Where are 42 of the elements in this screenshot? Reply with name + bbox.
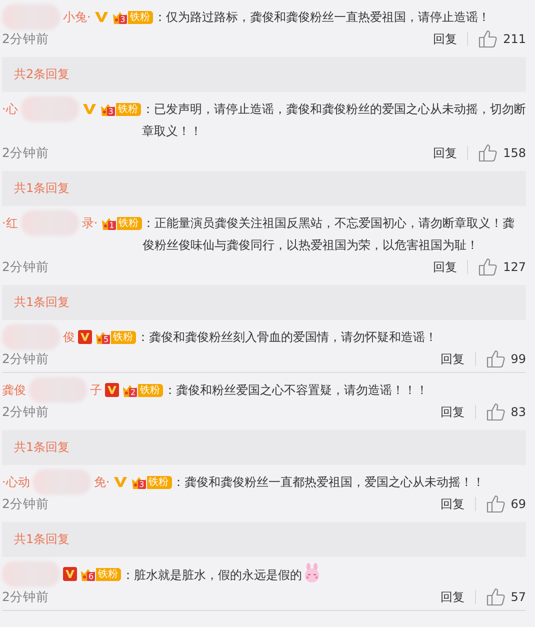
reply-button[interactable]: 回复 [433, 258, 468, 276]
reply-button[interactable]: 回复 [440, 588, 475, 606]
thumbs-up-icon [486, 403, 506, 421]
comment-text: ：龚俊和龚俊粉丝一直都热爱祖国，爱国之心从未动摇！！ [172, 474, 486, 491]
like-button[interactable]: 211 [478, 30, 526, 48]
timestamp: 2分钟前 [2, 350, 50, 368]
verified-v-icon [94, 10, 109, 24]
reply-button[interactable]: 回复 [433, 30, 468, 48]
like-button[interactable]: 99 [486, 350, 526, 368]
comment-text: ：脏水就是脏水，假的永远是假的 [122, 563, 526, 586]
like-button[interactable]: 127 [478, 258, 526, 276]
comment-text: ：正能量演员龚俊关注祖国反黑站，不忘爱国初心，请勿断章取义！龚俊粉丝俊味仙与龚俊同行，以热爱祖国为荣，以危害祖国为耻！ [142, 215, 516, 254]
comment-text: ：龚俊和粉丝爱国之心不容置疑，请勿造谣！！！ [164, 382, 429, 399]
like-button[interactable]: 57 [486, 588, 526, 606]
like-button[interactable]: 158 [478, 144, 526, 162]
verified-v-icon [112, 475, 128, 489]
comment-text: ：龚俊和龚俊粉丝刻入骨血的爱国情，请勿怀疑和造谣！ [137, 329, 438, 346]
verified-v-icon [105, 383, 119, 397]
thumbs-up-icon [478, 258, 498, 276]
timestamp: 2分钟前 [2, 404, 50, 420]
thumbs-up-icon [478, 144, 498, 162]
rabbit-emoji-icon [302, 563, 322, 583]
timestamp: 2分钟前 [2, 588, 50, 606]
thumbs-up-icon [486, 588, 506, 606]
thumbs-up-icon [478, 30, 498, 48]
comment-text: ：仅为路过路标，龚俊和龚俊粉丝一直热爱祖国，请停止造谣！ [154, 9, 491, 26]
verified-v-icon [78, 330, 92, 344]
reply-button[interactable]: 回复 [440, 496, 475, 512]
verified-v-icon [82, 102, 97, 116]
reply-button[interactable]: 回复 [433, 144, 468, 162]
like-button[interactable]: 69 [486, 495, 526, 513]
timestamp: 2分钟前 [2, 496, 50, 512]
thumbs-up-icon [486, 350, 506, 368]
comment-text: ：已发声明，请停止造谣，龚俊和龚俊粉丝的爱国之心从未动摇，切勿断章取义！！ [142, 101, 526, 140]
verified-v-icon [63, 567, 77, 581]
thumbs-up-icon [486, 495, 506, 513]
timestamp: 2分钟前 [2, 258, 50, 276]
timestamp: 2分钟前 [2, 30, 50, 48]
reply-button[interactable]: 回复 [440, 350, 475, 368]
timestamp: 2分钟前 [2, 144, 50, 162]
like-button[interactable]: 83 [486, 403, 526, 421]
reply-button[interactable]: 回复 [440, 404, 475, 420]
